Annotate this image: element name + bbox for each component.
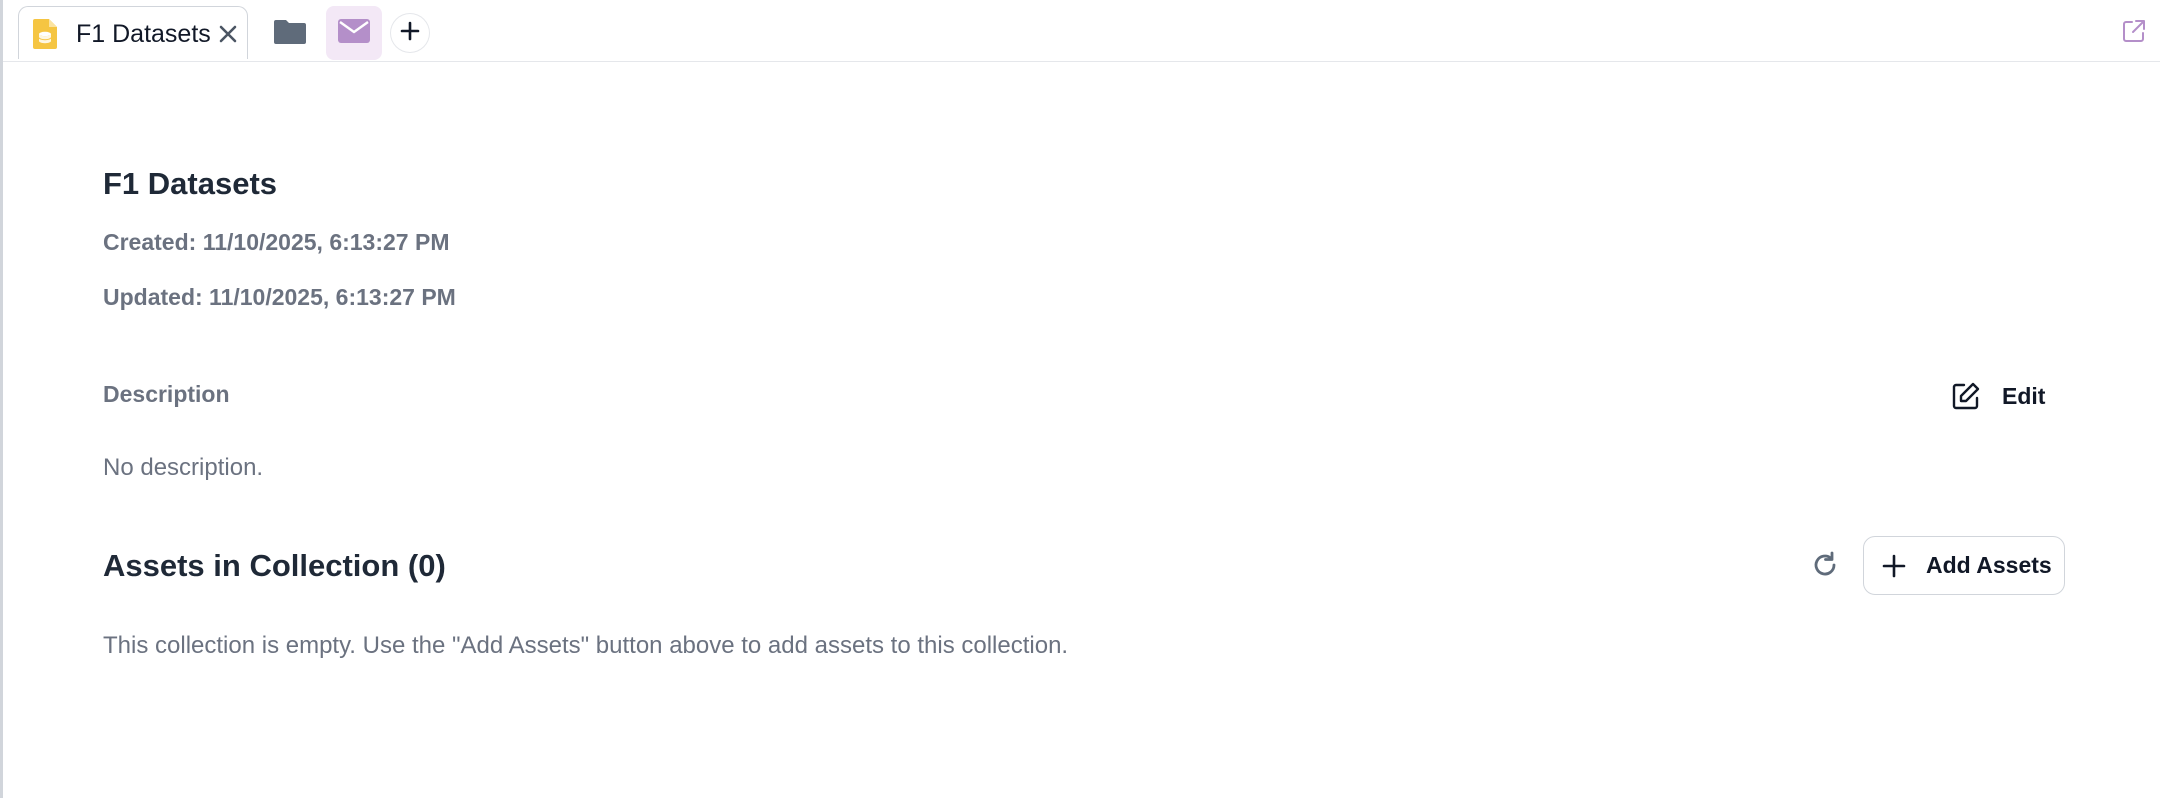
empty-collection-message: This collection is empty. Use the "Add A… <box>103 632 1069 659</box>
add-assets-button[interactable]: Add Assets <box>1863 536 2065 595</box>
folder-button[interactable] <box>262 6 318 60</box>
mail-icon <box>338 18 370 48</box>
updated-timestamp: Updated: 11/10/2025, 6:13:27 PM <box>103 284 456 310</box>
external-link-icon <box>2121 20 2147 48</box>
page-title: F1 Datasets <box>103 166 278 201</box>
new-tab-button[interactable] <box>391 14 429 52</box>
app-window: F1 Datasets F1 Datasets Created: 11/10/2… <box>0 0 2160 798</box>
popout-button[interactable] <box>2121 18 2147 44</box>
plus-icon <box>1880 552 1908 580</box>
refresh-icon <box>1811 551 1839 584</box>
add-assets-label: Add Assets <box>1926 552 2052 578</box>
mail-button[interactable] <box>326 6 382 60</box>
tab-label: F1 Datasets <box>76 20 211 48</box>
edit-icon <box>1951 381 1981 411</box>
refresh-button[interactable] <box>1809 551 1841 583</box>
created-timestamp: Created: 11/10/2025, 6:13:27 PM <box>103 229 450 255</box>
close-icon[interactable] <box>216 22 240 46</box>
database-file-icon <box>33 19 57 49</box>
tab-f1-datasets[interactable]: F1 Datasets <box>18 6 248 59</box>
assets-section-title: Assets in Collection (0) <box>103 548 446 583</box>
description-label: Description <box>103 381 230 407</box>
folder-icon <box>274 18 306 49</box>
description-text: No description. <box>103 454 264 481</box>
edit-description-button[interactable]: Edit <box>1951 378 2045 414</box>
edit-label: Edit <box>2002 382 2046 409</box>
plus-icon <box>400 21 420 46</box>
tab-bar: F1 Datasets <box>3 0 2160 62</box>
